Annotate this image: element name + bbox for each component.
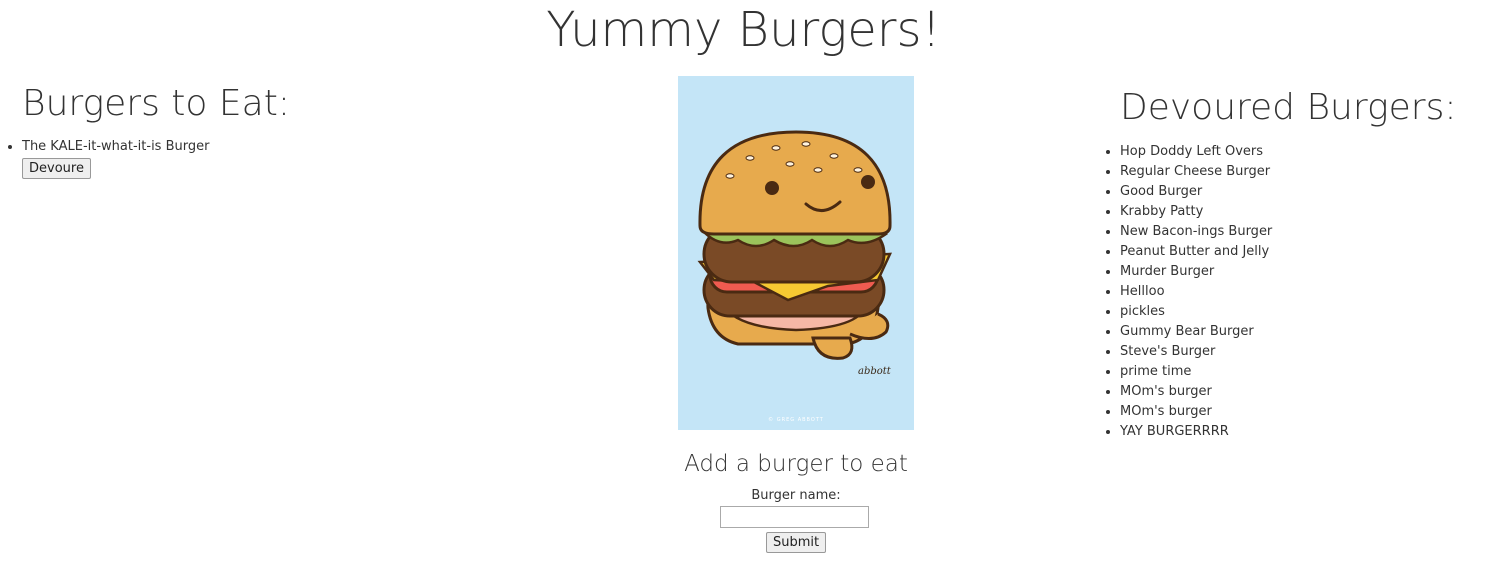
devoured-heading: Devoured Burgers:: [1120, 87, 1457, 128]
to-eat-heading: Burgers to Eat:: [22, 83, 290, 124]
devoured-section: Devoured Burgers: Hop Doddy Left Overs R…: [1100, 84, 1487, 442]
page-title: Yummy Burgers!: [546, 2, 941, 58]
svg-text:© GREG ABBOTT: © GREG ABBOTT: [768, 416, 824, 423]
devoured-item: pickles: [1120, 302, 1487, 322]
devour-button[interactable]: Devoure: [22, 158, 91, 179]
devoured-item: Hop Doddy Left Overs: [1120, 142, 1487, 162]
to-eat-item: The KALE-it-what-it-is Burger Devoure: [22, 138, 480, 179]
devoured-item: Good Burger: [1120, 182, 1487, 202]
burger-name-label: Burger name:: [751, 488, 841, 503]
devoured-item: Gummy Bear Burger: [1120, 322, 1487, 342]
burger-poster: abbott © GREG ABBOTT: [678, 76, 914, 430]
devoured-item: Murder Burger: [1120, 262, 1487, 282]
devoured-item: Krabby Patty: [1120, 202, 1487, 222]
devoured-item: YAY BURGERRRR: [1120, 422, 1487, 442]
devoured-item: Regular Cheese Burger: [1120, 162, 1487, 182]
add-burger-heading: Add a burger to eat: [684, 451, 908, 477]
devoured-item: Peanut Butter and Jelly: [1120, 242, 1487, 262]
svg-text:abbott: abbott: [858, 366, 892, 377]
devoured-item: Hellloo: [1120, 282, 1487, 302]
submit-button[interactable]: Submit: [766, 532, 827, 553]
devoured-item: prime time: [1120, 362, 1487, 382]
burger-illustration-icon: abbott © GREG ABBOTT: [678, 76, 914, 430]
devoured-item: New Bacon-ings Burger: [1120, 222, 1487, 242]
to-eat-item-name: The KALE-it-what-it-is Burger: [22, 139, 210, 154]
burger-name-input[interactable]: [720, 506, 869, 528]
devoured-item: MOm's burger: [1120, 382, 1487, 402]
devoured-item: Steve's Burger: [1120, 342, 1487, 362]
to-eat-list: The KALE-it-what-it-is Burger Devoure: [0, 138, 480, 179]
to-eat-section: Burgers to Eat: The KALE-it-what-it-is B…: [0, 80, 480, 179]
devoured-list: Hop Doddy Left Overs Regular Cheese Burg…: [1100, 142, 1487, 442]
devoured-item: MOm's burger: [1120, 402, 1487, 422]
